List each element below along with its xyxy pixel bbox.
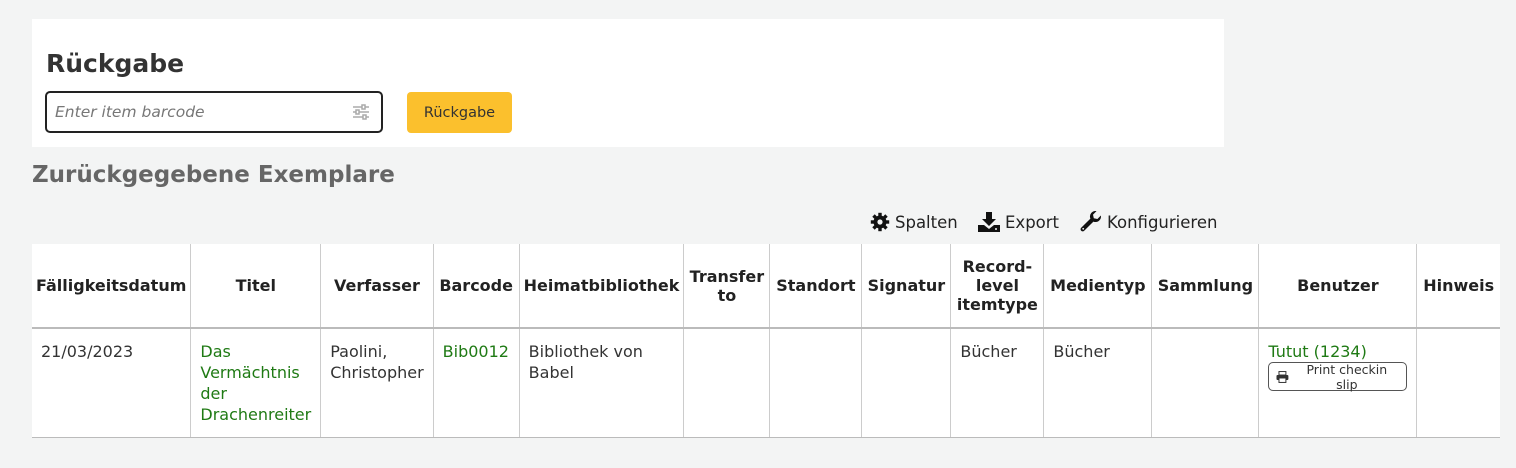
returned-items-heading: Zurückgegebene Exemplare xyxy=(32,162,395,188)
cell-home-library: Bibliothek von Babel xyxy=(518,328,684,438)
configure-label: Konfigurieren xyxy=(1107,212,1218,232)
cell-call-number xyxy=(861,328,951,438)
cell-due-date: 21/03/2023 xyxy=(32,328,191,438)
col-header-itemtype[interactable]: Medientyp xyxy=(1043,244,1152,329)
export-label: Export xyxy=(1005,212,1060,232)
download-icon xyxy=(978,212,1000,232)
cell-patron: Tutut (1234) Print checkin slip xyxy=(1258,328,1417,438)
checkin-panel: Rückgabe Rückgabe xyxy=(32,19,1224,147)
returned-items-table: Fälligkeitsdatum Titel Verfasser Barcode… xyxy=(32,244,1500,438)
cell-note xyxy=(1416,328,1500,438)
col-header-home-library[interactable]: Heimatbibliothek xyxy=(518,244,684,329)
cell-record-itemtype: Bücher xyxy=(950,328,1044,438)
columns-label: Spalten xyxy=(895,212,958,232)
cell-author: Paolini, Christopher xyxy=(320,328,434,438)
columns-button[interactable]: Spalten xyxy=(870,208,958,236)
page-title: Rückgabe xyxy=(46,49,185,78)
col-header-call-number[interactable]: Signatur xyxy=(861,244,951,329)
col-header-patron[interactable]: Benutzer xyxy=(1258,244,1417,329)
print-checkin-slip-button[interactable]: Print checkin slip xyxy=(1268,361,1408,392)
col-header-note[interactable]: Hinweis xyxy=(1416,244,1500,329)
col-header-due-date[interactable]: Fälligkeitsdatum xyxy=(32,244,191,329)
col-header-location[interactable]: Standort xyxy=(769,244,862,329)
cell-transfer-to xyxy=(683,328,770,438)
gear-icon xyxy=(870,212,890,232)
patron-link[interactable]: Tutut (1234) xyxy=(1268,342,1366,361)
barcode-input[interactable] xyxy=(47,93,337,131)
table-header-row: Fälligkeitsdatum Titel Verfasser Barcode… xyxy=(32,244,1500,329)
checkin-submit-button[interactable]: Rückgabe xyxy=(407,92,512,133)
sliders-icon[interactable] xyxy=(351,102,371,122)
barcode-field[interactable] xyxy=(45,91,383,133)
col-header-title[interactable]: Titel xyxy=(190,244,321,329)
table-row: 21/03/2023 Das Vermächtnis der Drachenre… xyxy=(32,328,1500,438)
wrench-icon xyxy=(1080,211,1101,232)
cell-itemtype: Bücher xyxy=(1043,328,1152,438)
cell-title-link[interactable]: Das Vermächtnis der Drachenreiter xyxy=(190,328,321,438)
printer-icon xyxy=(1276,370,1289,383)
col-header-collection[interactable]: Sammlung xyxy=(1151,244,1259,329)
col-header-barcode[interactable]: Barcode xyxy=(432,244,520,329)
cell-collection xyxy=(1151,328,1259,438)
cell-location xyxy=(769,328,862,438)
export-button[interactable]: Export xyxy=(978,208,1059,236)
col-header-record-itemtype[interactable]: Record-level itemtype xyxy=(950,244,1044,329)
cell-barcode-link[interactable]: Bib0012 xyxy=(432,328,520,438)
col-header-transfer-to[interactable]: Transfer to xyxy=(683,244,770,329)
configure-button[interactable]: Konfigurieren xyxy=(1080,208,1217,236)
col-header-author[interactable]: Verfasser xyxy=(320,244,434,329)
print-checkin-slip-label: Print checkin slip xyxy=(1306,361,1388,392)
